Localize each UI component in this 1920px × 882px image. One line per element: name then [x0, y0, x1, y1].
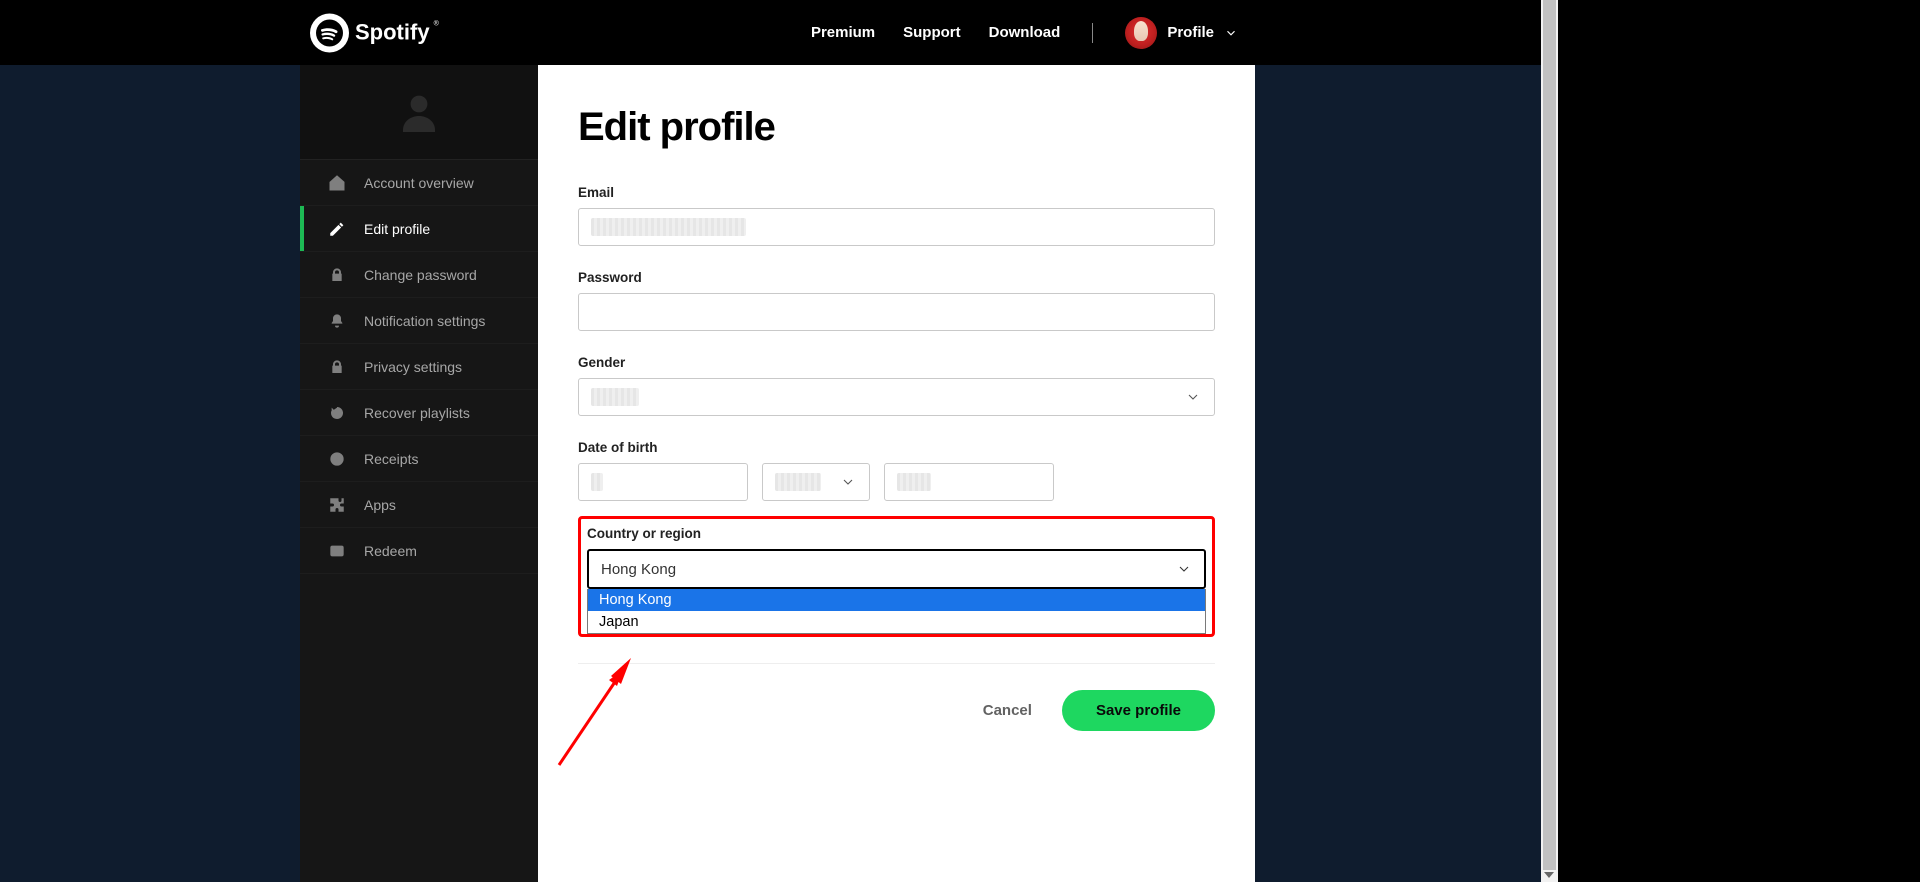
- redacted-value: [897, 473, 931, 491]
- sidebar-item-account-overview[interactable]: Account overview: [300, 160, 538, 206]
- cancel-button[interactable]: Cancel: [983, 702, 1032, 719]
- download-link[interactable]: Download: [989, 24, 1061, 41]
- country-selected-value: Hong Kong: [601, 561, 676, 578]
- country-label: Country or region: [587, 526, 1206, 541]
- dob-month-wrap: [762, 463, 870, 501]
- gender-select[interactable]: [578, 378, 1215, 416]
- premium-link[interactable]: Premium: [811, 24, 875, 41]
- account-sidebar: Account overview Edit profile Change pas…: [300, 65, 538, 882]
- sidebar-item-edit-profile[interactable]: Edit profile: [300, 206, 538, 252]
- nav-divider: [1092, 23, 1093, 43]
- email-field[interactable]: [578, 208, 1215, 246]
- support-link[interactable]: Support: [903, 24, 961, 41]
- dob-label: Date of birth: [578, 440, 1215, 455]
- country-option-hong-kong[interactable]: Hong Kong: [588, 589, 1205, 611]
- dob-day-field[interactable]: [578, 463, 748, 501]
- brand-name: Spotify: [355, 20, 430, 46]
- home-icon: [328, 174, 346, 192]
- lock-icon: [328, 358, 346, 376]
- sidebar-item-change-password[interactable]: Change password: [300, 252, 538, 298]
- sidebar-item-label: Edit profile: [364, 221, 430, 237]
- card-icon: [328, 542, 346, 560]
- avatar-icon: [1125, 17, 1157, 49]
- redacted-value: [591, 473, 603, 491]
- sidebar-item-label: Receipts: [364, 451, 418, 467]
- vertical-scrollbar[interactable]: [1541, 0, 1558, 882]
- chevron-down-icon: [1224, 26, 1238, 40]
- sidebar-item-label: Redeem: [364, 543, 417, 559]
- sidebar-item-privacy-settings[interactable]: Privacy settings: [300, 344, 538, 390]
- redacted-value: [775, 473, 821, 491]
- dob-month-select[interactable]: [762, 463, 870, 501]
- header-nav: Premium Support Download Profile: [811, 17, 1238, 49]
- country-dropdown-panel: Hong Kong Japan: [587, 589, 1206, 634]
- sidebar-item-label: Apps: [364, 497, 396, 513]
- spotify-brand[interactable]: Spotify ®: [310, 13, 441, 52]
- sidebar-item-receipts[interactable]: Receipts: [300, 436, 538, 482]
- form-actions: Cancel Save profile: [578, 663, 1215, 731]
- sidebar-item-redeem[interactable]: Redeem: [300, 528, 538, 574]
- sidebar-item-label: Recover playlists: [364, 405, 470, 421]
- redacted-value: [591, 388, 639, 406]
- sidebar-item-recover-playlists[interactable]: Recover playlists: [300, 390, 538, 436]
- country-select[interactable]: Hong Kong: [587, 549, 1206, 589]
- clock-icon: [328, 450, 346, 468]
- sidebar-item-label: Notification settings: [364, 313, 485, 329]
- profile-label: Profile: [1167, 24, 1214, 41]
- bell-icon: [328, 312, 346, 330]
- save-profile-button[interactable]: Save profile: [1062, 690, 1215, 731]
- spotify-logo-icon: [310, 13, 349, 52]
- sidebar-avatar-area: [300, 65, 538, 160]
- sidebar-item-apps[interactable]: Apps: [300, 482, 538, 528]
- password-field[interactable]: [578, 293, 1215, 331]
- sidebar-item-label: Account overview: [364, 175, 474, 191]
- main-content: Edit profile Email Password Gender: [538, 65, 1255, 882]
- scroll-down-arrow-icon[interactable]: [1544, 870, 1554, 880]
- gender-label: Gender: [578, 355, 1215, 370]
- refresh-icon: [328, 404, 346, 422]
- password-label: Password: [578, 270, 1215, 285]
- sidebar-item-label: Change password: [364, 267, 477, 283]
- email-label: Email: [578, 185, 1215, 200]
- pencil-icon: [328, 220, 346, 238]
- page-title: Edit profile: [578, 105, 1215, 150]
- lock-icon: [328, 266, 346, 284]
- global-header: Spotify ® Premium Support Download Profi…: [0, 0, 1558, 65]
- country-option-japan[interactable]: Japan: [588, 611, 1205, 633]
- puzzle-icon: [328, 496, 346, 514]
- scrollbar-thumb[interactable]: [1543, 0, 1556, 870]
- profile-menu[interactable]: Profile: [1125, 17, 1238, 49]
- sidebar-item-label: Privacy settings: [364, 359, 462, 375]
- redacted-value: [591, 218, 746, 236]
- sidebar-item-notification-settings[interactable]: Notification settings: [300, 298, 538, 344]
- user-placeholder-icon: [395, 88, 443, 136]
- country-highlight-annotation: Country or region Hong Kong Hong Kong Ja…: [578, 516, 1215, 637]
- dob-year-field[interactable]: [884, 463, 1054, 501]
- registered-mark: ®: [434, 20, 439, 27]
